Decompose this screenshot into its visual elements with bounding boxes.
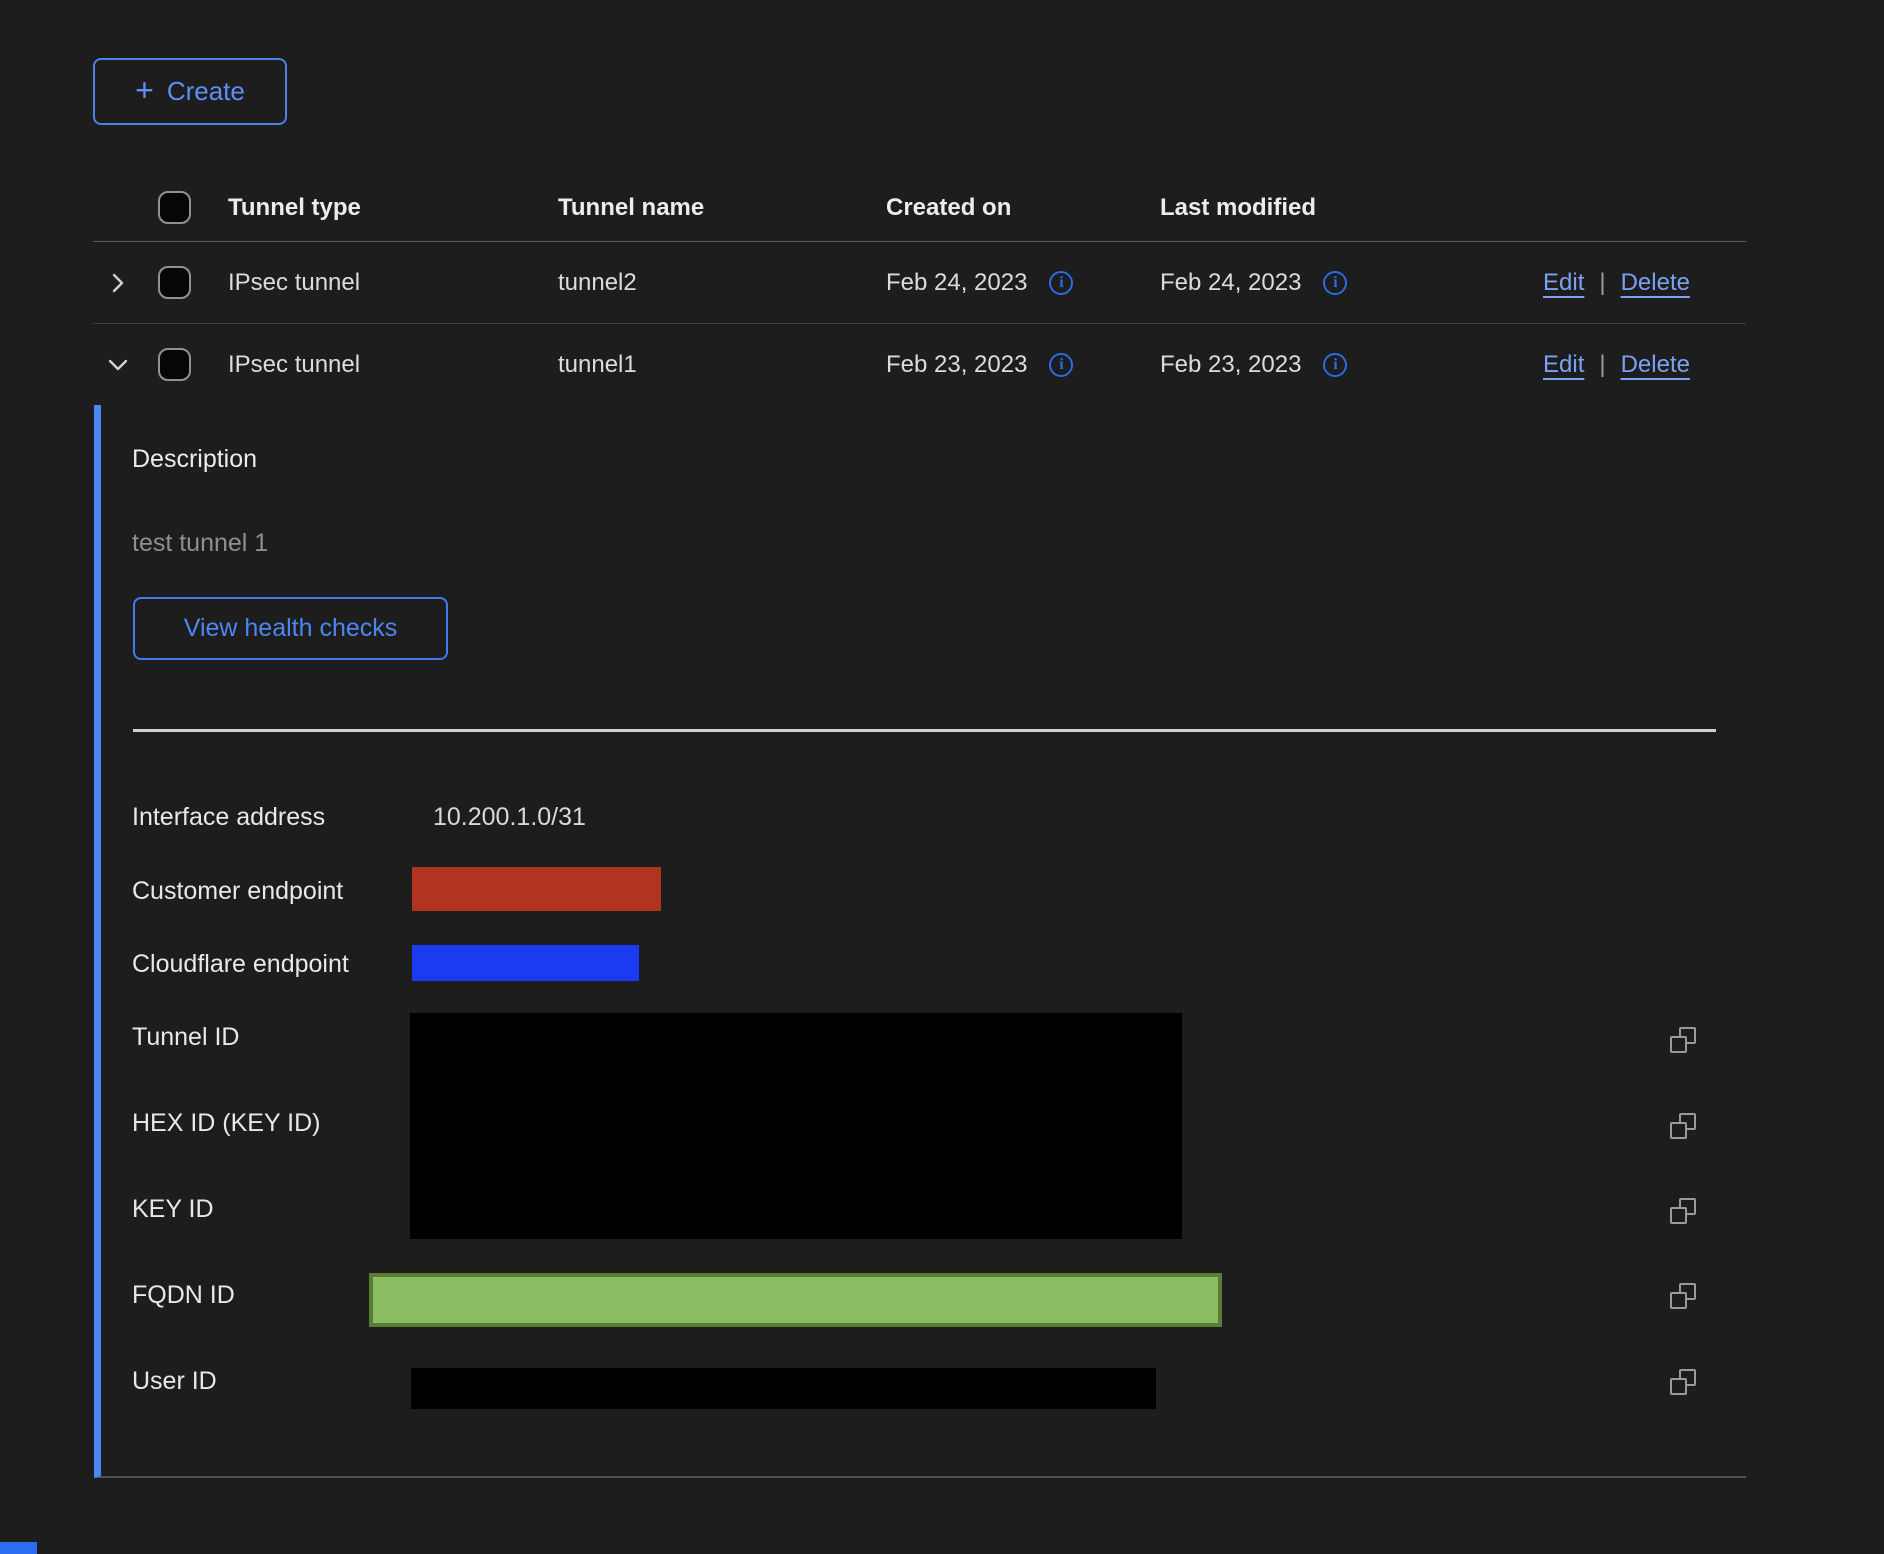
- tunnel-type-cell: IPsec tunnel: [228, 269, 558, 297]
- last-modified-cell: Feb 24, 2023 i: [1160, 269, 1543, 297]
- chevron-right-icon[interactable]: [106, 271, 130, 295]
- created-on-date: Feb 24, 2023: [886, 269, 1027, 297]
- created-on-cell: Feb 24, 2023 i: [886, 269, 1160, 297]
- chevron-down-icon[interactable]: [106, 353, 130, 377]
- header-tunnel-type: Tunnel type: [228, 194, 558, 222]
- tunnel-id-label: Tunnel ID: [132, 1023, 239, 1052]
- copy-icon-front-square: [1670, 1207, 1687, 1224]
- create-button-label: Create: [167, 76, 245, 107]
- customer-endpoint-label: Customer endpoint: [132, 877, 343, 906]
- copy-icon-front-square: [1670, 1292, 1687, 1309]
- description-value: test tunnel 1: [132, 529, 268, 558]
- copy-hex-id-icon[interactable]: [1670, 1113, 1696, 1139]
- cloudflare-endpoint-redacted-value: [412, 945, 639, 981]
- create-button[interactable]: + Create: [93, 58, 287, 125]
- header-created-on: Created on: [886, 194, 1160, 222]
- copy-user-id-icon[interactable]: [1670, 1369, 1696, 1395]
- table-row-tunnel1: IPsec tunnel tunnel1 Feb 23, 2023 i Feb …: [93, 324, 1746, 405]
- copy-icon-front-square: [1670, 1378, 1687, 1395]
- tunnel-hex-key-id-redacted-values: [410, 1013, 1182, 1239]
- fqdn-id-label: FQDN ID: [132, 1281, 235, 1310]
- actions-separator: |: [1599, 351, 1605, 379]
- fqdn-id-redacted-value: [369, 1273, 1222, 1327]
- row-checkbox[interactable]: [158, 266, 191, 299]
- delete-link[interactable]: Delete: [1621, 351, 1690, 379]
- ipsec-tunnels-page: + Create Tunnel type Tunnel name Created…: [0, 0, 1884, 1554]
- interface-address-label: Interface address: [132, 803, 325, 832]
- user-id-label: User ID: [132, 1367, 217, 1396]
- last-modified-date: Feb 24, 2023: [1160, 269, 1301, 297]
- tunnels-table: Tunnel type Tunnel name Created on Last …: [93, 150, 1746, 405]
- cloudflare-endpoint-label: Cloudflare endpoint: [132, 950, 349, 979]
- tunnel-type-cell: IPsec tunnel: [228, 351, 558, 379]
- header-tunnel-name: Tunnel name: [558, 194, 886, 222]
- customer-endpoint-redacted-value: [412, 867, 661, 911]
- edit-link[interactable]: Edit: [1543, 269, 1584, 297]
- created-on-date: Feb 23, 2023: [886, 351, 1027, 379]
- hex-id-label: HEX ID (KEY ID): [132, 1109, 320, 1138]
- tunnel-name-cell: tunnel1: [558, 351, 886, 379]
- last-modified-date: Feb 23, 2023: [1160, 351, 1301, 379]
- actions-cell: Edit | Delete: [1543, 351, 1746, 379]
- info-icon[interactable]: i: [1323, 353, 1347, 377]
- interface-address-value: 10.200.1.0/31: [433, 803, 586, 832]
- plus-icon: +: [135, 74, 154, 106]
- info-icon[interactable]: i: [1049, 353, 1073, 377]
- last-modified-cell: Feb 23, 2023 i: [1160, 351, 1543, 379]
- select-all-checkbox[interactable]: [158, 191, 191, 224]
- edit-link[interactable]: Edit: [1543, 351, 1584, 379]
- header-checkbox-cell: [158, 191, 228, 224]
- description-label: Description: [132, 445, 257, 474]
- row-checkbox[interactable]: [158, 348, 191, 381]
- tunnel1-expanded-panel: Description test tunnel 1 View health ch…: [94, 405, 1746, 1478]
- actions-cell: Edit | Delete: [1543, 269, 1746, 297]
- header-last-modified: Last modified: [1160, 194, 1543, 222]
- tunnel-name-cell: tunnel2: [558, 269, 886, 297]
- user-id-redacted-value: [411, 1368, 1156, 1409]
- info-icon[interactable]: i: [1049, 271, 1073, 295]
- key-id-label: KEY ID: [132, 1195, 214, 1224]
- horizontal-scrollbar-thumb[interactable]: [0, 1542, 37, 1554]
- view-health-checks-button[interactable]: View health checks: [133, 597, 448, 660]
- row-checkbox-cell: [158, 266, 228, 299]
- copy-key-id-icon[interactable]: [1670, 1198, 1696, 1224]
- copy-icon-front-square: [1670, 1036, 1687, 1053]
- section-divider: [133, 729, 1716, 732]
- table-header-row: Tunnel type Tunnel name Created on Last …: [93, 150, 1746, 242]
- info-icon[interactable]: i: [1323, 271, 1347, 295]
- row-expander-cell: [93, 271, 158, 295]
- delete-link[interactable]: Delete: [1621, 269, 1690, 297]
- copy-icon-front-square: [1670, 1122, 1687, 1139]
- copy-tunnel-id-icon[interactable]: [1670, 1027, 1696, 1053]
- table-row-tunnel2: IPsec tunnel tunnel2 Feb 24, 2023 i Feb …: [93, 242, 1746, 324]
- row-checkbox-cell: [158, 348, 228, 381]
- created-on-cell: Feb 23, 2023 i: [886, 351, 1160, 379]
- row-expander-cell: [93, 353, 158, 377]
- copy-fqdn-id-icon[interactable]: [1670, 1283, 1696, 1309]
- actions-separator: |: [1599, 269, 1605, 297]
